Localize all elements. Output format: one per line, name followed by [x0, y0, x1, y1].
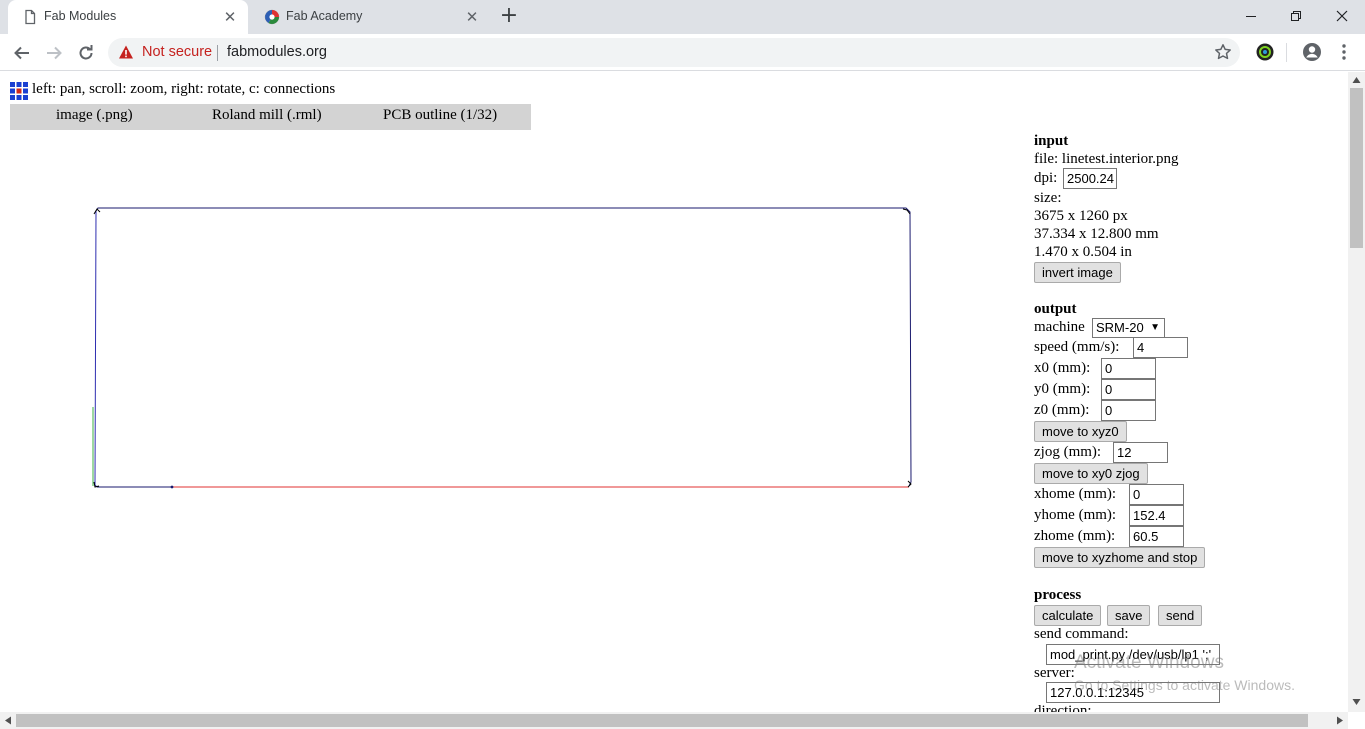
- move-to-xyzhome-button[interactable]: move to xyzhome and stop: [1034, 547, 1206, 568]
- zhome-label: zhome (mm):: [1034, 528, 1116, 544]
- invert-image-button[interactable]: invert image: [1034, 262, 1121, 283]
- send-command-label: send command:: [1034, 626, 1129, 642]
- scroll-up-icon[interactable]: [1352, 76, 1361, 84]
- tab-title: Fab Modules: [44, 9, 117, 23]
- bookmark-star-icon[interactable]: [1214, 43, 1232, 61]
- toolpath-left-edge: [94, 210, 98, 488]
- y0-label: y0 (mm):: [1034, 381, 1091, 397]
- server-label: server:: [1034, 665, 1075, 681]
- reload-icon[interactable]: [72, 39, 100, 67]
- divider: [217, 45, 218, 61]
- help-text: left: pan, scroll: zoom, right: rotate, …: [32, 81, 336, 97]
- zjog-label: zjog (mm):: [1034, 444, 1102, 460]
- menu-process[interactable]: PCB outline (1/32): [383, 107, 497, 124]
- send-button[interactable]: send: [1158, 605, 1203, 626]
- window-close-icon[interactable]: [1319, 0, 1365, 32]
- size-in: 1.470 x 0.504 in: [1034, 244, 1132, 260]
- menu-input-format[interactable]: image (.png): [56, 107, 133, 124]
- menu-output-format[interactable]: Roland mill (.rml): [212, 107, 322, 124]
- restore-icon[interactable]: [1273, 0, 1319, 32]
- windows-activation-watermark-subtext: Go to Settings to activate Windows.: [1074, 677, 1295, 693]
- vertical-scrollbar[interactable]: [1348, 72, 1365, 712]
- scroll-left-icon[interactable]: [4, 716, 12, 725]
- fab-modules-grid-icon[interactable]: [10, 82, 28, 100]
- toolpath-point: [170, 485, 174, 489]
- section-title-input: input: [1034, 133, 1069, 149]
- toolpath-canvas[interactable]: [0, 132, 1000, 712]
- direction-label: direction:: [1034, 703, 1092, 712]
- warning-icon[interactable]: [118, 44, 134, 60]
- forward-icon[interactable]: [40, 39, 68, 67]
- section-title-output: output: [1034, 301, 1077, 317]
- horizontal-scroll-thumb[interactable]: [16, 714, 1308, 727]
- close-icon[interactable]: ✕: [464, 9, 480, 25]
- x0-label: x0 (mm):: [1034, 360, 1091, 376]
- divider: [1286, 43, 1287, 62]
- address-bar[interactable]: Not secure fabmodules.org: [108, 38, 1240, 67]
- yhome-label: yhome (mm):: [1034, 507, 1117, 523]
- zhome-field[interactable]: 60.5: [1129, 526, 1184, 547]
- size-px: 3675 x 1260 px: [1034, 208, 1128, 224]
- z0-label: z0 (mm):: [1034, 402, 1090, 418]
- machine-label: machine: [1034, 319, 1085, 335]
- windows-activation-watermark: Activate Windows: [1074, 652, 1224, 673]
- tab-title: Fab Academy: [286, 9, 363, 23]
- url-text[interactable]: fabmodules.org: [227, 44, 327, 60]
- module-menu-bar: image (.png) Roland mill (.rml) PCB outl…: [10, 104, 531, 130]
- chevron-down-icon: ▼: [1150, 322, 1160, 333]
- speed-field[interactable]: 4: [1133, 337, 1188, 358]
- y0-field[interactable]: 0: [1101, 379, 1156, 400]
- xhome-label: xhome (mm):: [1034, 486, 1117, 502]
- menu-kebab-icon[interactable]: [1334, 42, 1354, 62]
- dpi-label: dpi:: [1034, 170, 1058, 186]
- browser-toolbar: Not secure fabmodules.org: [0, 34, 1365, 71]
- horizontal-scrollbar[interactable]: [0, 712, 1348, 729]
- calculate-button[interactable]: calculate: [1034, 605, 1102, 626]
- x0-field[interactable]: 0: [1101, 358, 1156, 379]
- section-title-process: process: [1034, 587, 1082, 603]
- size-mm: 37.334 x 12.800 mm: [1034, 226, 1159, 242]
- fab-academy-icon: [264, 9, 280, 25]
- tab-fab-academy[interactable]: Fab Academy ✕: [250, 0, 490, 34]
- vertical-scroll-thumb[interactable]: [1350, 88, 1363, 248]
- tab-fab-modules[interactable]: Fab Modules ✕: [8, 0, 248, 34]
- save-button[interactable]: save: [1107, 605, 1151, 626]
- extension-icon[interactable]: [1255, 42, 1275, 62]
- dpi-field[interactable]: 2500.24: [1063, 168, 1117, 189]
- tab-strip: Fab Modules ✕ Fab Academy ✕ +: [0, 0, 1365, 34]
- close-icon[interactable]: ✕: [222, 9, 238, 25]
- zjog-field[interactable]: 12: [1113, 442, 1168, 463]
- minimize-icon[interactable]: [1228, 0, 1274, 32]
- size-label: size:: [1034, 190, 1062, 206]
- toolpath-corner-tl: [93, 208, 101, 215]
- page-icon: [25, 9, 36, 25]
- z0-field[interactable]: 0: [1101, 400, 1156, 421]
- new-tab-button[interactable]: +: [498, 5, 520, 27]
- toolpath-outline: [95, 207, 912, 487]
- machine-select[interactable]: SRM-20 ▼: [1092, 318, 1165, 338]
- move-to-xyz0-button[interactable]: move to xyz0: [1034, 421, 1127, 442]
- yhome-field[interactable]: 152.4: [1129, 505, 1184, 526]
- xhome-field[interactable]: 0: [1129, 484, 1184, 505]
- scroll-right-icon[interactable]: [1336, 716, 1344, 725]
- back-icon[interactable]: [8, 39, 36, 67]
- move-to-xy0-zjog-button[interactable]: move to xy0 zjog: [1034, 463, 1148, 484]
- scroll-down-icon[interactable]: [1352, 698, 1361, 706]
- file-label: file: linetest.interior.png: [1034, 151, 1179, 167]
- security-label[interactable]: Not secure: [142, 44, 212, 60]
- speed-label: speed (mm/s):: [1034, 339, 1120, 355]
- machine-select-value: SRM-20: [1096, 320, 1144, 335]
- page-content: left: pan, scroll: zoom, right: rotate, …: [0, 72, 1348, 712]
- profile-avatar-icon[interactable]: [1302, 42, 1322, 62]
